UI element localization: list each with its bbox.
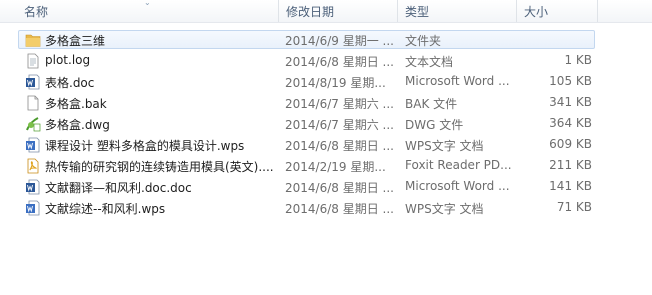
file-type: 文本文档 xyxy=(405,55,454,69)
file-size: 105 KB xyxy=(549,74,592,88)
file-size: 71 KB xyxy=(556,200,592,214)
file-name: 文献综述--和风利.wps xyxy=(45,202,166,216)
file-date: 2014/6/8 星期日 ... xyxy=(285,55,394,69)
file-size: 609 KB xyxy=(549,137,592,151)
sort-indicator-icon: ⌄ xyxy=(144,0,151,7)
file-row[interactable]: 课程设计 塑料多格盒的模具设计.wps 2014/6/8 星期日 ... WPS… xyxy=(18,135,595,154)
wps-doc-icon xyxy=(25,200,41,216)
pdf-file-icon xyxy=(25,158,41,174)
column-header-size[interactable]: 大小 xyxy=(524,3,548,20)
file-type: 文件夹 xyxy=(405,34,442,48)
file-row[interactable]: 文献综述--和风利.wps 2014/6/8 星期日 ... WPS文字 文档 … xyxy=(18,198,595,217)
column-divider[interactable] xyxy=(397,0,398,22)
file-type: WPS文字 文档 xyxy=(405,139,484,153)
column-divider[interactable] xyxy=(278,0,279,22)
file-date: 2014/2/19 星期... xyxy=(285,160,386,174)
file-size: 1 KB xyxy=(564,53,592,67)
file-type: WPS文字 文档 xyxy=(405,202,484,216)
column-divider[interactable] xyxy=(516,0,517,22)
file-size: 341 KB xyxy=(549,95,592,109)
word-doc-icon xyxy=(25,74,41,90)
file-row[interactable]: 表格.doc 2014/8/19 星期... Microsoft Word ..… xyxy=(18,72,595,91)
file-name: plot.log xyxy=(45,53,91,67)
file-row[interactable]: plot.log 2014/6/8 星期日 ... 文本文档 1 KB xyxy=(18,51,595,70)
file-size: 141 KB xyxy=(549,179,592,193)
file-date: 2014/6/8 星期日 ... xyxy=(285,139,394,153)
word-doc-icon xyxy=(25,179,41,195)
file-date: 2014/8/19 星期... xyxy=(285,76,386,90)
file-size: 364 KB xyxy=(549,116,592,130)
file-name: 表格.doc xyxy=(45,76,95,90)
column-header-bar: ⌄ 名称 修改日期 类型 大小 xyxy=(0,0,652,23)
file-size: 211 KB xyxy=(549,158,592,172)
file-type: BAK 文件 xyxy=(405,97,458,111)
dwg-file-icon xyxy=(25,116,41,132)
file-row[interactable]: 热传输的研究钢的连续铸造用模具(英文).... 2014/2/19 星期... … xyxy=(18,156,595,175)
file-date: 2014/6/8 星期日 ... xyxy=(285,202,394,216)
file-name: 多格盒.dwg xyxy=(45,118,110,132)
column-header-date[interactable]: 修改日期 xyxy=(286,3,334,20)
blank-file-icon xyxy=(25,95,41,111)
file-name: 课程设计 塑料多格盒的模具设计.wps xyxy=(45,139,245,153)
column-divider[interactable] xyxy=(597,0,598,22)
file-date: 2014/6/7 星期六 ... xyxy=(285,118,394,132)
file-date: 2014/6/9 星期一 ... xyxy=(285,34,394,48)
file-name: 文献翻译—和风利.doc.doc xyxy=(45,181,192,195)
file-type: DWG 文件 xyxy=(405,118,464,132)
folder-icon xyxy=(25,32,41,48)
file-row[interactable]: 多格盒三维 2014/6/9 星期一 ... 文件夹 xyxy=(18,30,595,49)
file-date: 2014/6/7 星期六 ... xyxy=(285,97,394,111)
file-row[interactable]: 文献翻译—和风利.doc.doc 2014/6/8 星期日 ... Micros… xyxy=(18,177,595,196)
file-type: Microsoft Word ... xyxy=(405,74,510,88)
file-type: Foxit Reader PD... xyxy=(405,158,512,172)
file-row[interactable]: 多格盒.bak 2014/6/7 星期六 ... BAK 文件 341 KB xyxy=(18,93,595,112)
file-name: 多格盒.bak xyxy=(45,97,107,111)
file-date: 2014/6/8 星期日 ... xyxy=(285,181,394,195)
file-type: Microsoft Word ... xyxy=(405,179,510,193)
file-name: 热传输的研究钢的连续铸造用模具(英文).... xyxy=(45,160,274,174)
file-row[interactable]: 多格盒.dwg 2014/6/7 星期六 ... DWG 文件 364 KB xyxy=(18,114,595,133)
text-file-icon xyxy=(25,53,41,69)
column-header-name[interactable]: 名称 xyxy=(24,3,48,20)
file-name: 多格盒三维 xyxy=(45,34,106,48)
column-header-type[interactable]: 类型 xyxy=(405,3,429,20)
wps-doc-icon xyxy=(25,137,41,153)
